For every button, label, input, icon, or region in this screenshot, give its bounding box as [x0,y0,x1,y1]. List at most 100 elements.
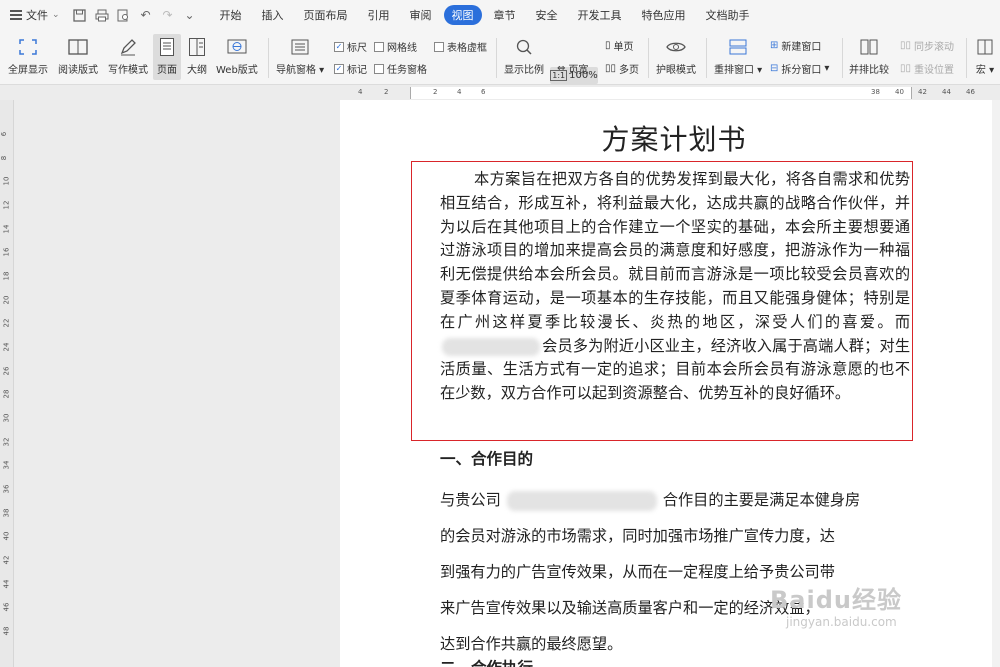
print-preview-icon[interactable] [116,7,132,23]
eye-mode-button[interactable]: 护眼模式 [656,36,696,76]
ribbon-separator [268,38,269,78]
zoom-ratio-label: 显示比例 [504,65,544,76]
tab-references[interactable]: 引用 [360,5,398,25]
nav-pane-icon [288,36,312,58]
vertical-scrollbar[interactable] [992,100,1000,667]
vertical-ruler[interactable]: 6 8 10 12 14 16 18 20 22 24 26 28 30 32 … [0,100,14,667]
ruler-number: 6 [481,88,486,96]
rearrange-label: 重排窗口 ▾ [714,65,763,76]
tab-security[interactable]: 安全 [528,5,566,25]
ruler-number: 4 [457,88,462,96]
marks-label: 标记 [347,65,367,76]
sync-scroll-button[interactable]: ▯▯ 同步滚动 [900,38,954,53]
gridlines-checkbox[interactable]: 网格线 [374,39,417,54]
ruler-number: 38 [871,88,880,96]
marks-checkbox[interactable]: ✓ 标记 [334,61,367,76]
save-icon[interactable] [72,7,88,23]
ruler-number: 44 [942,88,951,96]
tab-insert[interactable]: 插入 [254,5,292,25]
redacted-text [506,491,657,511]
ruler-number: 2 [384,88,389,96]
menu-icon [10,10,22,20]
pen-icon [116,36,140,58]
eye-icon [664,36,688,58]
fullscreen-button[interactable]: 全屏显示 [8,36,48,76]
horizontal-ruler[interactable]: 4 2 2 4 6 38 40 42 44 46 [0,86,1000,100]
ruler-number: 2 [433,88,438,96]
ribbon-tabs: 开始 插入 页面布局 引用 审阅 视图 章节 安全 开发工具 特色应用 文档助手 [212,5,758,25]
tab-page-layout[interactable]: 页面布局 [296,5,356,25]
ruler-number: 42 [918,88,927,96]
split-window-icon: ⊟ [770,63,779,74]
zoom-ratio-button[interactable]: 显示比例 [504,36,544,76]
writing-mode-label: 写作模式 [108,65,148,76]
reading-mode-button[interactable]: 阅读版式 [58,36,98,76]
tab-review[interactable]: 审阅 [402,5,440,25]
tab-assistant[interactable]: 文档助手 [698,5,758,25]
macro-button[interactable]: 宏 ▾ [973,36,997,76]
outline-view-button[interactable]: 大纲 [185,36,209,76]
tab-view[interactable]: 视图 [443,5,482,25]
ruler-number: 4 [358,88,363,96]
sync-scroll-icon: ▯▯ [900,40,912,51]
redo-icon[interactable]: ↷ [160,7,176,23]
file-menu-label: 文件 [26,9,48,22]
writing-mode-button[interactable]: 写作模式 [108,36,148,76]
ruler-number: 40 [895,88,904,96]
page-icon [155,36,179,58]
new-window-icon: ⊞ [770,40,779,51]
rearrange-window-button[interactable]: 重排窗口 ▾ [714,36,762,76]
undo-icon[interactable]: ↶ [138,7,154,23]
ruler-label: 标尺 [347,43,367,54]
macro-icon [973,36,997,58]
tab-developer[interactable]: 开发工具 [570,5,630,25]
nav-pane-button[interactable]: 导航窗格 ▾ [276,36,324,76]
task-pane-label: 任务窗格 [387,65,427,76]
tab-special[interactable]: 特色应用 [634,5,694,25]
gridlines-label: 网格线 [387,43,417,54]
chevron-down-icon: ⌄ [52,10,60,20]
ruler-checkbox[interactable]: ✓ 标尺 [334,39,367,54]
multi-page-icon: ▯▯ [605,63,617,74]
page-width-button[interactable]: ⇔ 页宽 [557,61,588,76]
menu-bar: 文件 ⌄ ↶ ↷ ⌄ 开始 插入 页面布局 引用 审阅 视图 章节 安全 开发工… [0,0,1000,30]
table-lines-checkbox[interactable]: 表格虚框 [434,39,487,54]
document-title: 方案计划书 [601,123,747,156]
file-menu[interactable]: 文件 ⌄ [0,0,66,30]
page-view-button[interactable]: 页面 [153,34,181,80]
page-width-icon: ⇔ [557,63,566,74]
outline-view-label: 大纲 [187,65,207,76]
page-view-label: 页面 [157,65,177,76]
macro-label: 宏 ▾ [975,65,995,76]
tab-chapter[interactable]: 章节 [486,5,524,25]
quick-access-toolbar: ↶ ↷ ⌄ [66,0,198,30]
customize-icon[interactable]: ⌄ [182,7,198,23]
reading-mode-label: 阅读版式 [58,65,98,76]
web-view-button[interactable]: Web版式 [216,36,258,76]
check-icon: ✓ [334,41,344,52]
magnifier-icon [512,36,536,58]
web-view-label: Web版式 [216,65,258,76]
task-pane-checkbox[interactable]: 任务窗格 [374,61,427,76]
nav-pane-label: 导航窗格 ▾ [276,65,325,76]
side-by-side-button[interactable]: 并排比较 [849,36,889,76]
fullscreen-label: 全屏显示 [8,65,48,76]
single-page-button[interactable]: ▯ 单页 [605,38,634,53]
split-window-button[interactable]: ⊟ 拆分窗口 ▾ [770,61,829,76]
section-heading-purpose: 一、合作目的 [440,450,534,468]
side-by-side-label: 并排比较 [849,65,889,76]
intro-paragraph: 本方案旨在把双方各自的优势发挥到最大化，将各自需求和优势相互结合，形成互补，将利… [440,170,910,403]
book-icon [66,36,90,58]
eye-mode-label: 护眼模式 [656,65,696,76]
reset-position-icon: ▯▯ [900,63,912,74]
fullscreen-icon [16,36,40,58]
tab-home[interactable]: 开始 [212,5,250,25]
new-window-button[interactable]: ⊞ 新建窗口 [770,38,821,53]
print-icon[interactable] [94,7,110,23]
single-page-icon: ▯ [605,40,611,51]
reset-position-button[interactable]: ▯▯ 重设位置 [900,61,954,76]
rearrange-icon [726,36,750,58]
multi-page-button[interactable]: ▯▯ 多页 [605,61,639,76]
ruler-number: 46 [966,88,975,96]
outline-icon [185,36,209,58]
